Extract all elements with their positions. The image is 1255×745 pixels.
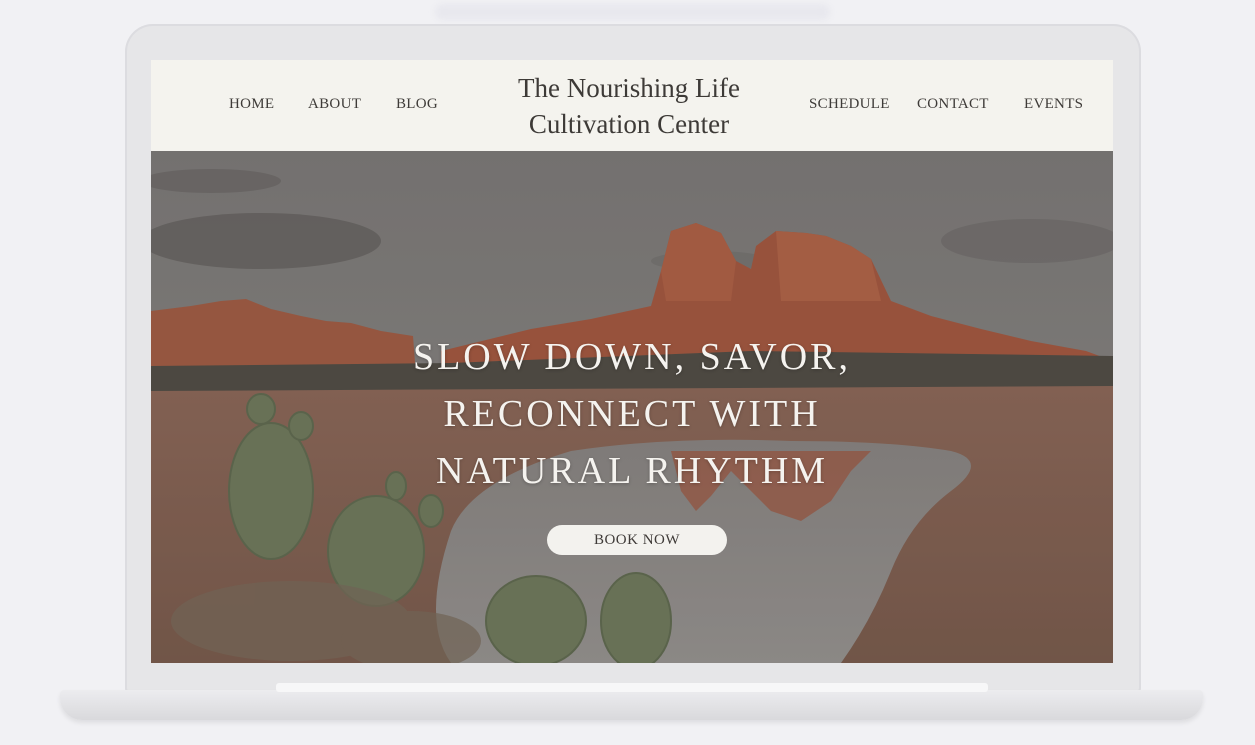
hero-headline: SLOW DOWN, SAVOR, RECONNECT WITH NATURAL… [332, 329, 932, 500]
site-title-line1: The Nourishing Life [518, 73, 740, 103]
nav-events[interactable]: EVENTS [1024, 96, 1083, 113]
hero-section: SLOW DOWN, SAVOR, RECONNECT WITH NATURAL… [151, 151, 1113, 663]
nav-home[interactable]: HOME [229, 96, 274, 113]
background-glow [435, 4, 830, 20]
laptop-screen: HOME ABOUT BLOG The Nourishing Life Cult… [151, 60, 1113, 663]
nav-schedule[interactable]: SCHEDULE [809, 96, 890, 113]
site-title[interactable]: The Nourishing Life Cultivation Center [471, 70, 787, 142]
laptop-hinge [276, 683, 988, 692]
hero-headline-line1: SLOW DOWN, SAVOR, [412, 336, 852, 378]
hero-headline-line3: NATURAL RHYTHM [435, 450, 829, 492]
site-header: HOME ABOUT BLOG The Nourishing Life Cult… [151, 60, 1113, 152]
nav-blog[interactable]: BLOG [396, 96, 438, 113]
hero-headline-line2: RECONNECT WITH [443, 393, 821, 435]
book-now-button[interactable]: BOOK NOW [547, 525, 727, 555]
nav-contact[interactable]: CONTACT [917, 96, 989, 113]
nav-about[interactable]: ABOUT [308, 96, 361, 113]
laptop-base [60, 690, 1203, 720]
site-title-line2: Cultivation Center [528, 109, 730, 139]
